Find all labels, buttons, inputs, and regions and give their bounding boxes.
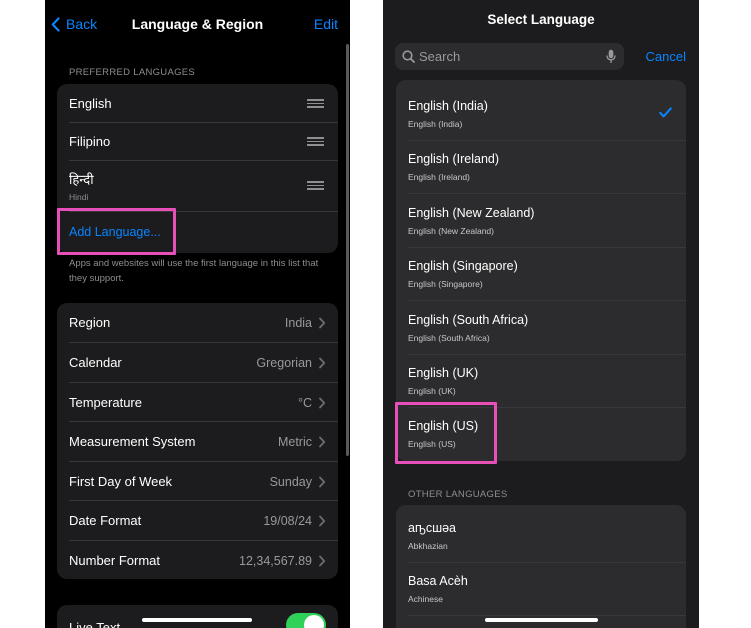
chevron-right-icon (319, 436, 326, 448)
language-option[interactable]: English (UK) English (UK) (396, 354, 686, 407)
setting-label: Region (69, 315, 111, 330)
setting-label: Calendar (69, 355, 122, 370)
region-settings-list: Region India Calendar Gregorian Temperat… (57, 303, 338, 579)
chevron-right-icon (319, 357, 326, 369)
temperature-row[interactable]: Temperature °C (57, 383, 338, 422)
preferred-languages-list: English Filipino हिन्दी Hindi Add Langua… (57, 84, 338, 253)
add-language-row[interactable]: Add Language... (57, 211, 338, 253)
language-name: Filipino (69, 134, 111, 149)
language-name: English (US) (408, 419, 479, 433)
search-icon (402, 50, 415, 63)
language-native-name: English (US) (408, 439, 456, 449)
calendar-row[interactable]: Calendar Gregorian (57, 343, 338, 382)
language-option[interactable]: English (Singapore) English (Singapore) (396, 247, 686, 300)
edit-button[interactable]: Edit (314, 16, 338, 32)
setting-value: Gregorian (256, 356, 312, 370)
reorder-handle-icon[interactable] (307, 99, 324, 108)
language-native-name: English (UK) (408, 386, 456, 396)
date-format-row[interactable]: Date Format 19/08/24 (57, 501, 338, 540)
other-languages-list: аҧсшәа Abkhazian Basa Acèh Achinese (396, 505, 686, 628)
select-language-sheet: Select Language Cancel English (India) E… (383, 0, 699, 628)
language-native-name: English (Singapore) (408, 279, 483, 289)
language-name: English (69, 96, 112, 111)
home-indicator (142, 618, 252, 622)
setting-value: °C (297, 396, 312, 410)
language-name: हिन्दी (69, 172, 94, 187)
other-languages-header: OTHER LANGUAGES (408, 489, 508, 500)
preferred-languages-footer: Apps and websites will use the first lan… (69, 258, 319, 284)
setting-label: Measurement System (69, 434, 196, 449)
setting-label: Live Text (69, 620, 121, 628)
setting-value: India (284, 316, 312, 330)
language-native-name: Hindi (69, 192, 89, 202)
language-name: English (India) (408, 99, 488, 113)
language-name: English (UK) (408, 366, 479, 380)
home-indicator (485, 618, 598, 622)
cancel-button[interactable]: Cancel (646, 49, 686, 64)
setting-label: Date Format (69, 513, 142, 528)
language-option[interactable]: English (Ireland) English (Ireland) (396, 140, 686, 193)
language-native-name: English (New Zealand) (408, 226, 494, 236)
live-text-row: Live Text (57, 605, 338, 628)
reorder-handle-icon[interactable] (307, 181, 324, 190)
microphone-icon[interactable] (606, 49, 616, 64)
language-native-name: Abkhazian (408, 541, 448, 551)
navigation-bar: Back Language & Region Edit (45, 0, 350, 48)
language-name: English (South Africa) (408, 313, 529, 327)
language-name: English (New Zealand) (408, 206, 535, 220)
search-field[interactable] (395, 43, 624, 70)
chevron-right-icon (319, 555, 326, 567)
toggle-knob (304, 615, 324, 628)
chevron-right-icon (319, 476, 326, 488)
language-native-name: Achinese (408, 594, 443, 604)
language-row-hindi[interactable]: हिन्दी Hindi (57, 160, 338, 211)
number-format-row[interactable]: Number Format 12,34,567.89 (57, 541, 338, 579)
page-title: Language & Region (131, 16, 264, 32)
language-option[interactable]: English (New Zealand) English (New Zeala… (396, 194, 686, 247)
language-name: English (Singapore) (408, 259, 518, 273)
setting-value: Metric (277, 435, 312, 449)
setting-label: Number Format (69, 553, 161, 568)
preferred-languages-header: PREFERRED LANGUAGES (69, 67, 196, 78)
language-native-name: English (India) (408, 119, 463, 129)
setting-value: 12,34,567.89 (239, 554, 312, 568)
chevron-right-icon (319, 317, 326, 329)
language-option[interactable]: аҧсшәа Abkhazian (396, 509, 686, 562)
language-name: аҧсшәа (408, 521, 457, 535)
language-region-screen: Back Language & Region Edit PREFERRED LA… (45, 0, 350, 628)
language-option[interactable]: Basa Acèh Achinese (396, 562, 686, 615)
language-row-english[interactable]: English (57, 84, 338, 122)
language-name: Basa Acèh (408, 574, 468, 588)
divider (408, 615, 686, 616)
region-row[interactable]: Region India (57, 303, 338, 342)
language-name: English (Ireland) (408, 152, 500, 166)
language-option[interactable]: English (South Africa) English (South Af… (396, 301, 686, 354)
search-input[interactable] (419, 43, 599, 70)
setting-value: Sunday (269, 475, 312, 489)
scrollbar[interactable] (346, 44, 349, 456)
language-option[interactable]: English (US) English (US) (396, 407, 686, 460)
live-text-group: Live Text (57, 605, 338, 628)
live-text-toggle[interactable] (286, 613, 326, 628)
language-row-filipino[interactable]: Filipino (57, 122, 338, 160)
language-native-name: English (Ireland) (408, 172, 470, 182)
measurement-system-row[interactable]: Measurement System Metric (57, 422, 338, 461)
setting-label: Temperature (69, 395, 142, 410)
language-native-name: English (South Africa) (408, 333, 490, 343)
first-day-of-week-row[interactable]: First Day of Week Sunday (57, 462, 338, 501)
add-language-button[interactable]: Add Language... (69, 225, 161, 239)
language-list: English (India) English (India) English … (396, 80, 686, 461)
reorder-handle-icon[interactable] (307, 137, 324, 146)
chevron-right-icon (319, 397, 326, 409)
sheet-title: Select Language (487, 12, 595, 27)
setting-label: First Day of Week (69, 474, 173, 489)
setting-value: 19/08/24 (263, 514, 312, 528)
chevron-right-icon (319, 515, 326, 527)
checkmark-icon (659, 107, 672, 118)
language-option[interactable]: English (India) English (India) (396, 87, 686, 140)
